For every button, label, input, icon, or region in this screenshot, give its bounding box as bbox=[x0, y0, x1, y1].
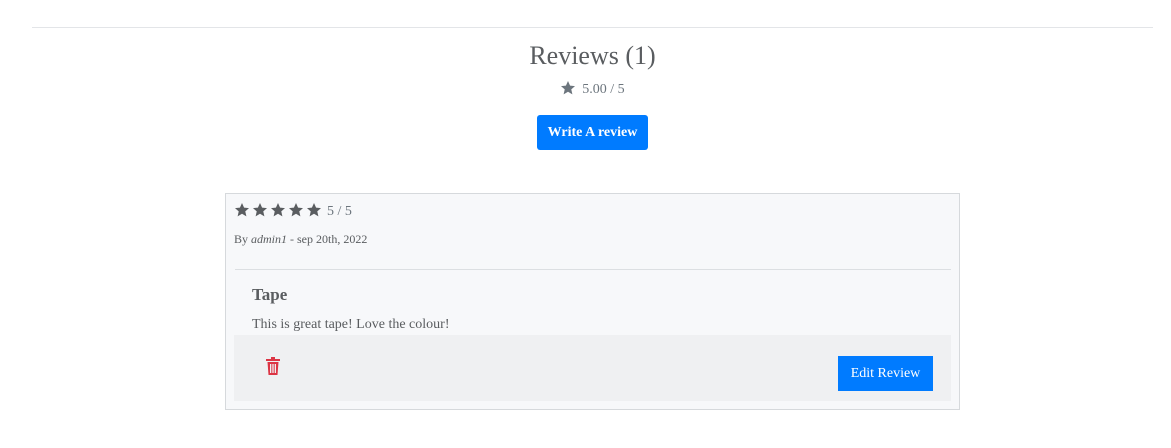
reviews-heading: Reviews (1) bbox=[529, 41, 656, 70]
review-card: 5 / 5 By admin1 - sep 20th, 2022 Tape Th… bbox=[225, 193, 960, 410]
edit-review-button[interactable]: Edit Review bbox=[838, 356, 933, 391]
review-date: - sep 20th, 2022 bbox=[287, 232, 368, 246]
reviews-page: Reviews (1) 5.00 / 5 Write A review 5 / … bbox=[0, 0, 1171, 448]
star-icon bbox=[288, 202, 304, 223]
star-icon bbox=[270, 202, 286, 223]
trash-icon[interactable] bbox=[266, 357, 280, 375]
byline-prefix: By bbox=[234, 232, 252, 246]
average-rating-text: 5.00 / 5 bbox=[582, 82, 625, 97]
star-icon bbox=[252, 202, 268, 223]
star-icon bbox=[560, 80, 576, 102]
review-author: admin1 bbox=[251, 232, 288, 246]
review-byline: By admin1 - sep 20th, 2022 bbox=[234, 231, 367, 247]
write-review-button[interactable]: Write A review bbox=[537, 115, 648, 150]
review-title: Tape bbox=[252, 285, 288, 304]
review-rating: 5 / 5 bbox=[234, 202, 352, 223]
card-divider bbox=[235, 269, 951, 270]
star-icon bbox=[306, 202, 322, 223]
review-actions: Edit Review bbox=[234, 335, 951, 401]
review-rating-text: 5 / 5 bbox=[327, 204, 352, 219]
average-rating: 5.00 / 5 bbox=[0, 80, 1171, 102]
star-icon bbox=[234, 202, 250, 223]
section-divider bbox=[32, 27, 1153, 28]
review-body: This is great tape! Love the colour! bbox=[252, 317, 450, 332]
